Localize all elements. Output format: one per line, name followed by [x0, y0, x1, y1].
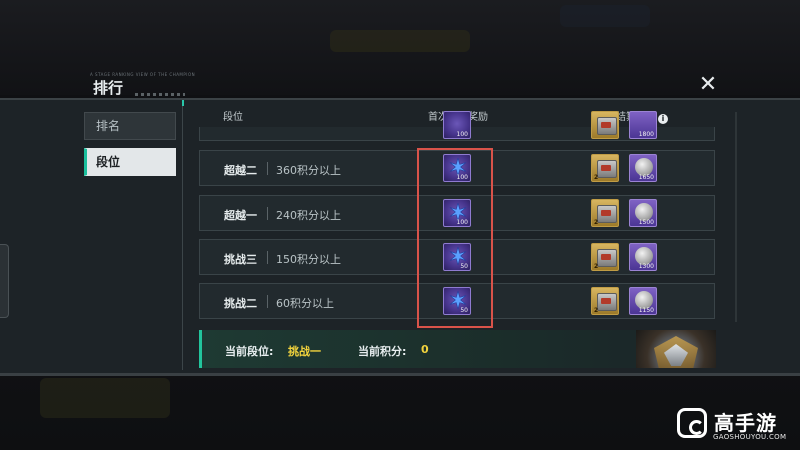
- chest-icon: [597, 117, 617, 135]
- chest-icon: [597, 249, 617, 267]
- tier-requirement: 360积分以上: [276, 164, 341, 177]
- scrollbar-track[interactable]: [735, 112, 737, 322]
- item-count: 100: [456, 131, 468, 138]
- item-count: 2: [594, 263, 599, 270]
- coin-reward-item[interactable]: 1650: [629, 154, 657, 182]
- tier-requirement: 150积分以上: [276, 253, 341, 266]
- item-count: 1150: [638, 307, 654, 314]
- item-count: 1500: [638, 219, 654, 226]
- info-icon[interactable]: i: [658, 114, 668, 124]
- divider-accent: [182, 100, 184, 106]
- tier-name: 超越二: [224, 164, 257, 177]
- current-score-value: 0: [421, 343, 429, 356]
- coin-reward-item[interactable]: 1500: [629, 199, 657, 227]
- watermark-brand: 高手游: [714, 411, 777, 435]
- item-count: 1650: [638, 174, 654, 181]
- current-rank-value: 挑战一: [288, 345, 321, 358]
- chest-reward-item[interactable]: 2: [591, 287, 619, 315]
- separator: [267, 251, 268, 264]
- background-shape: [330, 30, 470, 52]
- page-title: 排行: [93, 79, 124, 97]
- close-icon[interactable]: ✕: [697, 74, 719, 96]
- tier-requirement: 240积分以上: [276, 209, 341, 222]
- item-count: 1300: [638, 263, 654, 270]
- column-header-tier: 段位: [223, 112, 243, 123]
- title-hatch-decoration: [135, 93, 185, 96]
- tier-name: 挑战三: [224, 253, 257, 266]
- watermark-logo: 高手游 GAOSHOUYOU.COM: [677, 405, 797, 445]
- item-count: 1800: [638, 131, 654, 138]
- tier-name: 超越一: [224, 209, 257, 222]
- first-reward-highlight-box: [417, 148, 493, 328]
- background-shape: [40, 378, 170, 418]
- sidebar-item-ranking[interactable]: 排名: [84, 112, 176, 140]
- item-count: 2: [594, 307, 599, 314]
- tier-name: 挑战二: [224, 297, 257, 310]
- watermark-url: GAOSHOUYOU.COM: [713, 433, 787, 441]
- chest-reward-item[interactable]: 2: [591, 243, 619, 271]
- chest-icon: [597, 205, 617, 223]
- current-score-label: 当前积分:: [358, 345, 407, 358]
- logo-g-icon: [677, 408, 707, 438]
- coin-reward-item[interactable]: 1800: [629, 111, 657, 139]
- rank-emblem-icon: [636, 330, 716, 368]
- item-count: 2: [594, 174, 599, 181]
- crystal-reward-item[interactable]: 100: [443, 111, 471, 139]
- coin-reward-item[interactable]: 1150: [629, 287, 657, 315]
- separator: [267, 295, 268, 308]
- separator: [267, 207, 268, 220]
- tier-requirement: 60积分以上: [276, 297, 334, 310]
- drawer-handle[interactable]: [0, 244, 9, 318]
- chest-reward-item[interactable]: 2: [591, 199, 619, 227]
- coin-reward-item[interactable]: 1300: [629, 243, 657, 271]
- panel-divider: [182, 100, 183, 370]
- separator: [267, 162, 268, 175]
- chest-icon: [597, 293, 617, 311]
- chest-icon: [597, 160, 617, 178]
- chest-reward-item[interactable]: 2: [591, 154, 619, 182]
- sidebar-item-tier[interactable]: 段位: [84, 148, 176, 176]
- background-shape: [560, 5, 650, 27]
- item-count: 2: [594, 219, 599, 226]
- current-rank-label: 当前段位:: [225, 345, 274, 358]
- chest-reward-item[interactable]: [591, 111, 619, 139]
- table-row-partial: 100 1800: [199, 111, 715, 141]
